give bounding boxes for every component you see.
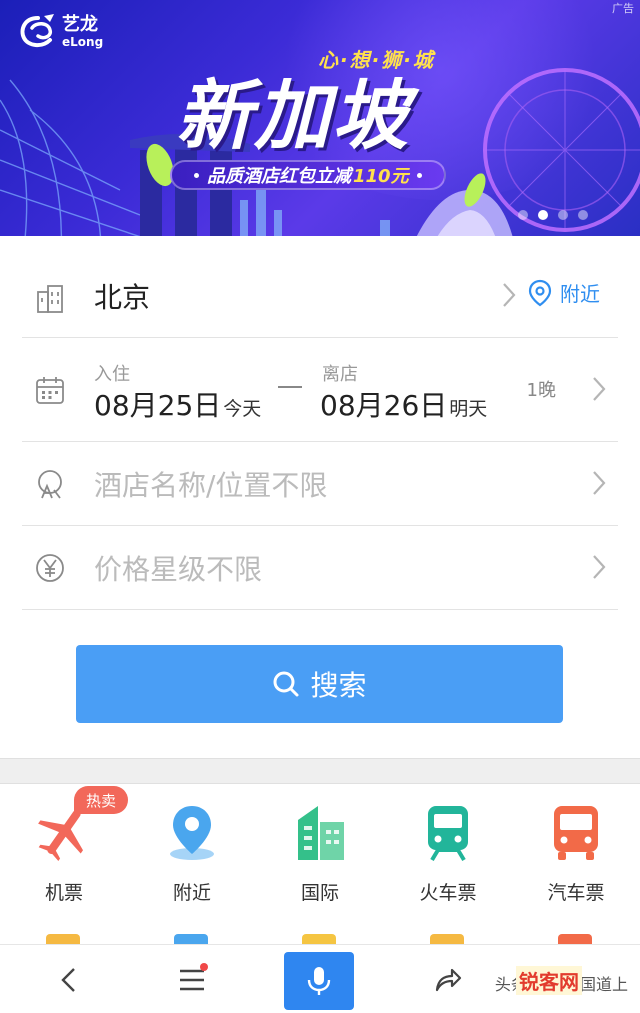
promo-text: 品质酒店红包立减 <box>207 166 351 187</box>
price-star-input[interactable]: 价格星级不限 <box>94 548 262 588</box>
promo-banner[interactable]: 艺龙 eLong 广告 心·想·狮·城 新加坡 品质酒店红包立减 110元 <box>0 0 640 236</box>
train-icon <box>428 806 468 862</box>
service-train[interactable]: 火车票 <box>384 800 512 910</box>
yen-icon <box>36 554 64 582</box>
search-button-label: 搜索 <box>310 669 367 702</box>
back-button[interactable] <box>30 945 110 1013</box>
building-icon <box>37 285 63 313</box>
nearby-button[interactable]: 附近 <box>528 278 600 307</box>
carousel-dot <box>578 210 588 220</box>
share-arrow-icon <box>435 968 462 991</box>
service-label: 附近 <box>172 882 211 904</box>
date-row[interactable]: 入住 08月25日 今天 离店 08月26日 明天 1晚 <box>22 338 618 442</box>
hot-sale-badge: 热卖 <box>74 786 128 814</box>
voice-button[interactable] <box>284 952 354 1010</box>
carousel-dot <box>518 210 528 220</box>
hotel-keyword-input[interactable]: 酒店名称/位置不限 <box>94 464 327 504</box>
notification-dot <box>200 963 208 971</box>
service-label: 火车票 <box>419 882 477 904</box>
promo-pill: 品质酒店红包立减 110元 <box>170 160 446 190</box>
dragon-logo-icon <box>20 14 54 47</box>
service-label: 机票 <box>44 882 83 904</box>
service-label: 汽车票 <box>547 882 605 904</box>
checkout-label: 离店 <box>322 364 358 385</box>
microphone-icon <box>307 967 331 995</box>
menu-button[interactable] <box>152 945 232 1013</box>
chevron-right-icon <box>503 283 516 307</box>
price-star-row[interactable]: 价格星级不限 <box>22 526 618 610</box>
carousel-dot <box>558 210 568 220</box>
destination-row[interactable]: 北京 附近 <box>22 236 618 338</box>
carousel-dot-active <box>538 210 548 220</box>
checkin-date: 08月25日 <box>94 389 222 422</box>
service-nearby[interactable]: 附近 <box>128 800 256 910</box>
service-flights[interactable]: 机票 <box>0 800 128 910</box>
chevron-right-icon <box>593 471 606 495</box>
section-divider <box>0 758 640 784</box>
elong-logo: 艺龙 eLong <box>16 12 103 52</box>
search-icon <box>273 671 299 697</box>
service-bus[interactable]: 汽车票 <box>512 800 640 910</box>
date-separator <box>278 386 302 388</box>
service-label: 国际 <box>300 882 339 904</box>
checkout-date: 08月26日 <box>320 389 448 422</box>
watermark-logo: 锐客网 <box>516 966 582 995</box>
checkin-label: 入住 <box>94 364 130 385</box>
service-international[interactable]: 国际 <box>256 800 384 910</box>
promo-amount: 110元 <box>353 166 409 187</box>
nearby-label: 附近 <box>560 282 600 306</box>
chevron-right-icon <box>593 377 606 401</box>
checkout-day: 明天 <box>449 398 488 420</box>
hotel-search-icon <box>38 470 62 499</box>
banner-headline: 新加坡 <box>176 71 410 160</box>
promo-dot-right <box>416 172 422 178</box>
location-pin-icon <box>528 279 552 306</box>
search-button[interactable]: 搜索 <box>76 645 563 723</box>
buildings-icon <box>298 806 344 860</box>
destination-city[interactable]: 北京 <box>94 276 150 316</box>
carousel-indicator <box>518 210 588 220</box>
chevron-left-icon <box>61 967 75 992</box>
chevron-right-icon <box>593 555 606 579</box>
share-button[interactable] <box>408 945 488 1013</box>
location-pin-icon <box>170 806 214 860</box>
hotel-keyword-row[interactable]: 酒店名称/位置不限 <box>22 442 618 526</box>
calendar-icon <box>36 377 64 404</box>
checkin-day: 今天 <box>223 398 262 420</box>
bus-icon <box>554 806 598 860</box>
logo-cn-text: 艺龙 <box>62 14 98 35</box>
ad-tag: 广告 <box>612 2 634 15</box>
checkin-date-field[interactable]: 08月25日 今天 <box>94 384 261 424</box>
nights-count: 1晚 <box>526 380 556 401</box>
promo-dot-left <box>194 172 199 178</box>
logo-en-text: eLong <box>62 35 104 49</box>
checkout-date-field[interactable]: 08月26日 明天 <box>320 384 487 424</box>
